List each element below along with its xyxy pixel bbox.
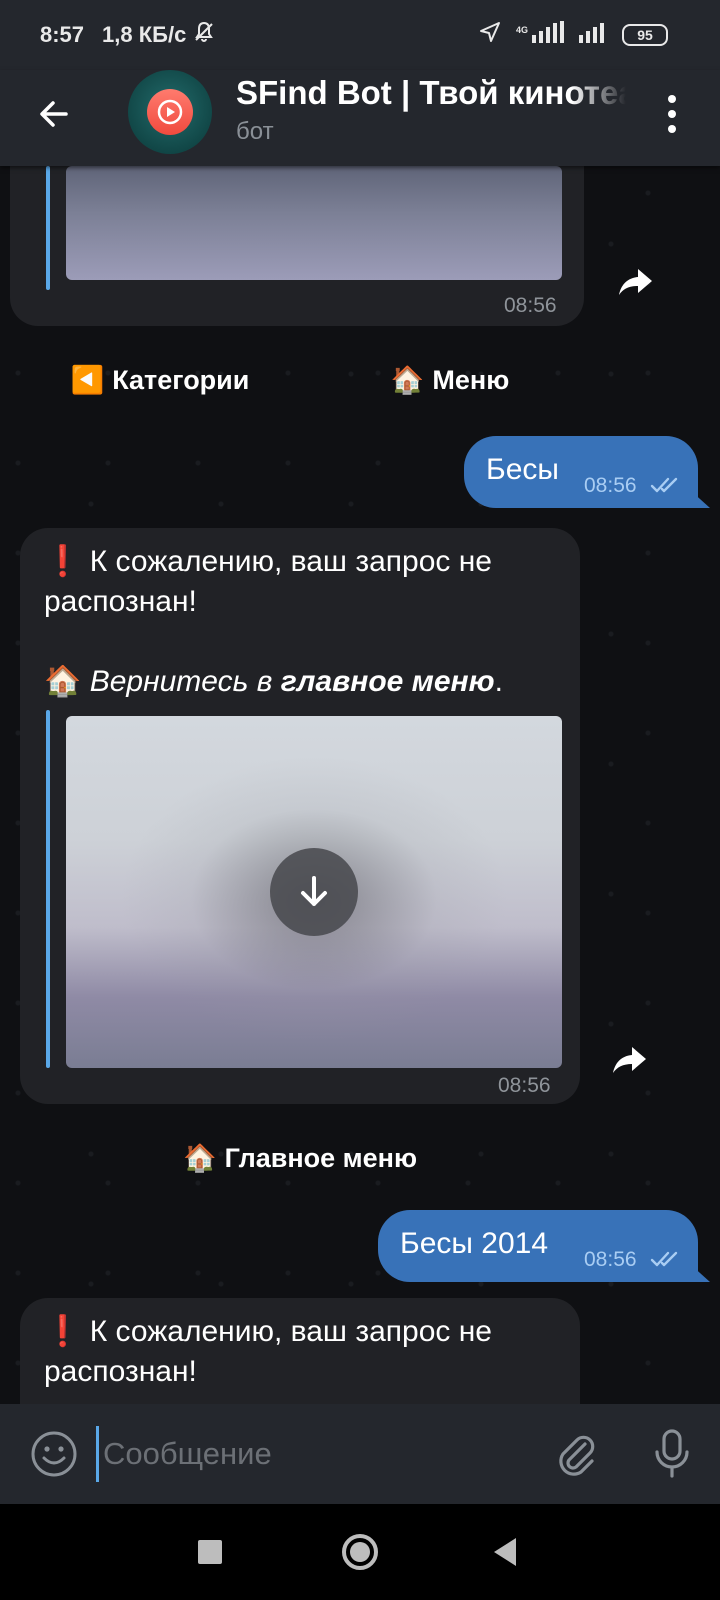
- message-text: Бесы 2014: [400, 1227, 549, 1260]
- signal-icon-2: [578, 21, 608, 49]
- home-circle-icon: [350, 1542, 370, 1562]
- menu-button[interactable]: 🏠 Меню: [370, 350, 530, 410]
- more-options-button[interactable]: [648, 86, 696, 142]
- message-composer: [0, 1404, 720, 1504]
- location-icon: [478, 20, 502, 50]
- message-time: 08:56: [498, 1074, 551, 1097]
- return-line: 🏠 Вернитесь в главное меню.: [44, 664, 503, 699]
- play-logo-icon: [147, 89, 193, 135]
- categories-button[interactable]: ◀️ Категории: [40, 350, 280, 410]
- system-navigation-bar: [0, 1504, 720, 1600]
- voice-message-button[interactable]: [648, 1428, 696, 1480]
- bubble-tail: [690, 490, 710, 508]
- message-bubble-incoming[interactable]: 08:56: [10, 166, 584, 326]
- message-bubble-incoming[interactable]: ❗ К сожалению, ваш запрос не распознан! …: [20, 528, 580, 1104]
- forward-button[interactable]: [612, 258, 660, 306]
- network-type: 4G: [515, 24, 528, 35]
- return-text: Вернитесь в: [89, 665, 281, 698]
- house-icon: 🏠: [44, 664, 82, 699]
- attach-button[interactable]: [552, 1430, 600, 1478]
- home-button[interactable]: [342, 1534, 378, 1570]
- link-preview-bar: [46, 710, 50, 1068]
- more-vertical-icon: [668, 95, 676, 103]
- emoji-button[interactable]: [30, 1430, 78, 1478]
- arrow-left-icon: [40, 101, 68, 127]
- exclamation-icon: ❗: [44, 544, 82, 579]
- system-back-button[interactable]: [494, 1538, 516, 1566]
- signal-icon: [530, 21, 564, 49]
- main-menu-label: Главное меню: [224, 1142, 418, 1173]
- link-preview-bar: [46, 166, 50, 290]
- message-time: 08:56: [504, 294, 557, 317]
- categories-label: Категории: [112, 364, 250, 395]
- chat-area[interactable]: 08:56 ◀️ Категории 🏠 Меню Бесы 08:56 ❗ К…: [0, 166, 720, 1404]
- forward-button[interactable]: [606, 1036, 654, 1084]
- bot-avatar[interactable]: [128, 70, 212, 154]
- error-text: К сожалению, ваш запрос не распознан!: [44, 545, 492, 618]
- battery-indicator: 95: [622, 24, 668, 46]
- house-icon: 🏠: [182, 1143, 217, 1174]
- main-menu-button[interactable]: 🏠 Главное меню: [150, 1128, 450, 1188]
- status-bar: 8:57 1,8 КБ/с 4G 95: [0, 0, 720, 70]
- media-preview-thumbnail[interactable]: [66, 166, 562, 280]
- menu-label: Меню: [432, 364, 510, 395]
- share-forward-icon: [619, 269, 652, 295]
- paperclip-icon: [559, 1435, 595, 1476]
- message-bubble-incoming[interactable]: ❗ К сожалению, ваш запрос не распознан!: [20, 1298, 580, 1404]
- double-check-icon: [650, 1250, 684, 1273]
- message-time: 08:56: [584, 474, 637, 497]
- share-forward-icon: [613, 1047, 646, 1073]
- message-text: Бесы: [486, 453, 559, 486]
- double-check-icon: [650, 476, 684, 499]
- chat-subtitle: бот: [236, 118, 274, 145]
- message-input[interactable]: [96, 1426, 516, 1482]
- chat-title[interactable]: SFind Bot | Твой кинотеатр: [236, 74, 626, 118]
- exclamation-icon: ❗: [44, 1314, 82, 1349]
- message-text: ❗ К сожалению, ваш запрос не распознан!: [44, 1312, 564, 1392]
- smiley-icon: [31, 1431, 77, 1477]
- main-menu-link[interactable]: главное меню: [281, 665, 495, 698]
- download-arrow-icon: [301, 876, 327, 906]
- microphone-icon: [655, 1429, 689, 1478]
- message-bubble-outgoing[interactable]: Бесы 08:56: [464, 436, 698, 508]
- download-button[interactable]: [270, 848, 358, 936]
- house-icon: 🏠: [390, 365, 425, 396]
- recent-apps-button[interactable]: [198, 1540, 222, 1564]
- network-speed: 1,8 КБ/с: [102, 22, 187, 47]
- back-button[interactable]: [30, 90, 78, 138]
- back-triangle-icon: ◀️: [70, 365, 105, 396]
- error-text: К сожалению, ваш запрос не: [89, 1315, 492, 1348]
- media-preview-thumbnail[interactable]: [66, 716, 562, 1068]
- error-text-2: распознан!: [44, 1355, 197, 1388]
- mute-icon: [192, 20, 216, 50]
- status-time: 8:57: [40, 22, 85, 47]
- message-bubble-outgoing[interactable]: Бесы 2014 08:56: [378, 1210, 698, 1282]
- message-text: ❗ К сожалению, ваш запрос не распознан!: [44, 542, 564, 622]
- message-time: 08:56: [584, 1248, 637, 1271]
- chat-header: SFind Bot | Твой кинотеатр бот: [0, 70, 720, 166]
